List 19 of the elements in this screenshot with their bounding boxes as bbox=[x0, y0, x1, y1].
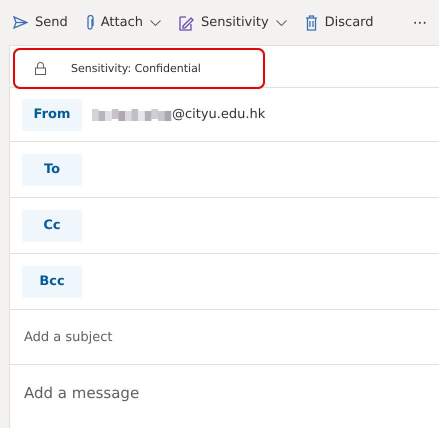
message-field[interactable]: Add a message bbox=[22, 383, 402, 403]
from-button[interactable]: From bbox=[22, 98, 82, 130]
more-button[interactable]: ··· bbox=[408, 12, 431, 34]
send-icon bbox=[13, 16, 28, 29]
lock-icon bbox=[35, 62, 46, 75]
paperclip-icon bbox=[86, 14, 94, 30]
subject-field[interactable]: Add a subject bbox=[22, 328, 402, 346]
sender-address: @cityu.edu.hk bbox=[172, 107, 266, 122]
document-pen-icon bbox=[178, 14, 194, 30]
toolbar-button[interactable]: Sensitivity bbox=[174, 10, 292, 34]
recipient-button[interactable]: Cc bbox=[22, 210, 82, 242]
toolbar-button[interactable]: Discard bbox=[300, 10, 379, 34]
toolbar-button[interactable]: Send bbox=[8, 11, 73, 34]
recipient-button[interactable]: Bcc bbox=[22, 266, 82, 298]
trash-icon bbox=[304, 14, 318, 30]
sensitivity-label: Sensitivity: Confidential bbox=[71, 62, 201, 75]
toolbar-button[interactable]: Attach bbox=[80, 10, 166, 34]
sensitivity-bar[interactable]: Sensitivity: Confidential bbox=[13, 48, 265, 89]
recipient-button[interactable]: To bbox=[22, 154, 82, 186]
